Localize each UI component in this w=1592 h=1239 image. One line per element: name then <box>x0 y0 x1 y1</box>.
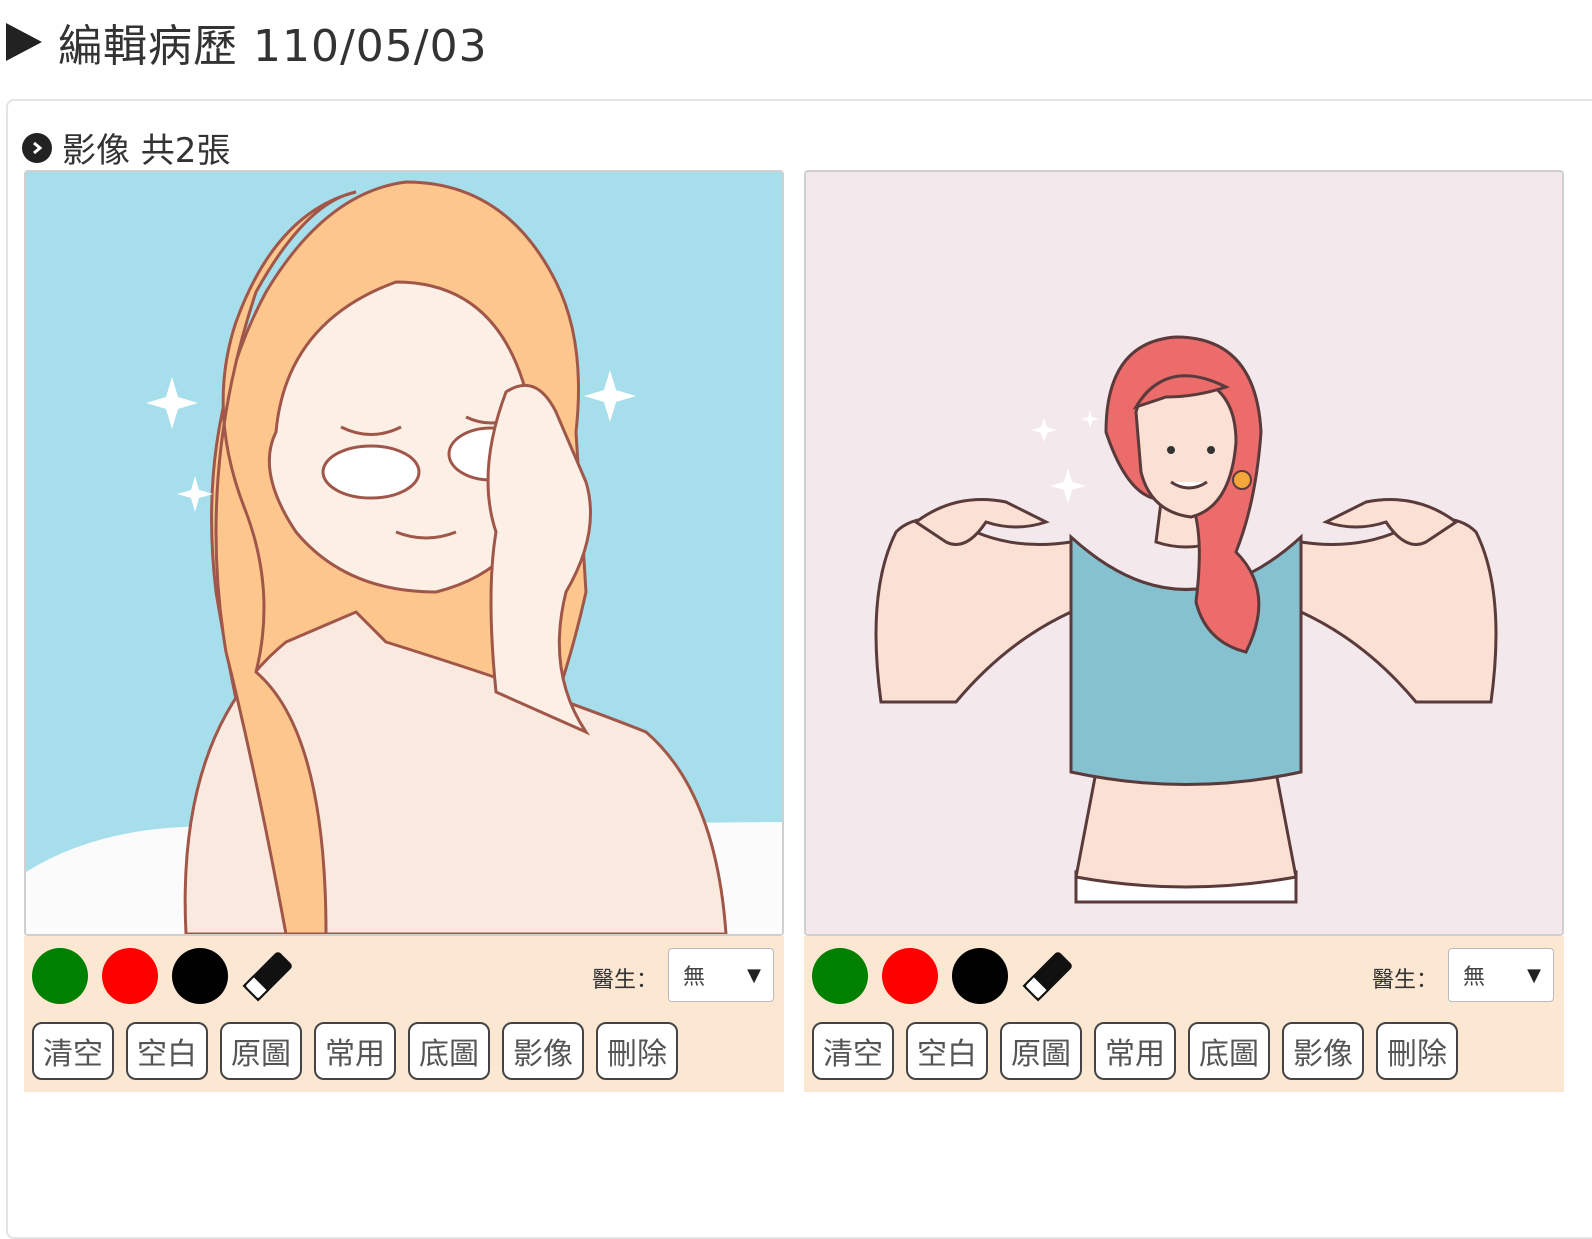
black-color-swatch[interactable] <box>952 948 1008 1004</box>
common-button[interactable]: 常用 <box>1094 1022 1176 1080</box>
eraser-icon[interactable] <box>238 946 298 1006</box>
red-color-swatch[interactable] <box>882 948 938 1004</box>
caret-down-icon: ▼ <box>747 965 761 986</box>
base-image-button[interactable]: 底圖 <box>1188 1022 1270 1080</box>
caret-down-icon: ▼ <box>1527 965 1541 986</box>
doctor-select-value: 無 <box>683 965 706 990</box>
delete-button[interactable]: 刪除 <box>596 1022 678 1080</box>
green-color-swatch[interactable] <box>812 948 868 1004</box>
drawing-toolbar-2: 醫生： 無 ▼ 清空 空白 原圖 常用 底圖 影像 刪除 <box>804 936 1564 1092</box>
green-color-swatch[interactable] <box>32 948 88 1004</box>
chevron-right-circle-icon <box>22 132 52 163</box>
common-button[interactable]: 常用 <box>314 1022 396 1080</box>
page-title: 編輯病歷 110/05/03 <box>6 10 488 74</box>
images-section-title: 影像 共2張 <box>22 123 230 172</box>
drawing-canvas-2[interactable] <box>804 170 1564 936</box>
page-title-text: 編輯病歷 110/05/03 <box>58 21 488 72</box>
clear-button[interactable]: 清空 <box>812 1022 894 1080</box>
images-section-label: 影像 共2張 <box>62 131 231 171</box>
base-image-button[interactable]: 底圖 <box>408 1022 490 1080</box>
triangle-right-icon <box>6 23 42 61</box>
action-buttons-2: 清空 空白 原圖 常用 底圖 影像 刪除 <box>812 1022 1458 1080</box>
eraser-icon[interactable] <box>1018 946 1078 1006</box>
doctor-select[interactable]: 無 ▼ <box>1448 948 1554 1002</box>
image-button[interactable]: 影像 <box>502 1022 584 1080</box>
blank-button[interactable]: 空白 <box>906 1022 988 1080</box>
blank-button[interactable]: 空白 <box>126 1022 208 1080</box>
doctor-select[interactable]: 無 ▼ <box>668 948 774 1002</box>
image-button[interactable]: 影像 <box>1282 1022 1364 1080</box>
doctor-label: 醫生： <box>591 968 658 993</box>
original-image-button[interactable]: 原圖 <box>220 1022 302 1080</box>
action-buttons-1: 清空 空白 原圖 常用 底圖 影像 刪除 <box>32 1022 678 1080</box>
image-card-1: 醫生： 無 ▼ 清空 空白 原圖 常用 底圖 影像 刪除 <box>24 170 784 1092</box>
drawing-toolbar-1: 醫生： 無 ▼ 清空 空白 原圖 常用 底圖 影像 刪除 <box>24 936 784 1092</box>
black-color-swatch[interactable] <box>172 948 228 1004</box>
doctor-select-value: 無 <box>1463 965 1486 990</box>
red-color-swatch[interactable] <box>102 948 158 1004</box>
image-card-2: 醫生： 無 ▼ 清空 空白 原圖 常用 底圖 影像 刪除 <box>804 170 1564 1092</box>
original-image-button[interactable]: 原圖 <box>1000 1022 1082 1080</box>
drawing-canvas-1[interactable] <box>24 170 784 936</box>
clear-button[interactable]: 清空 <box>32 1022 114 1080</box>
doctor-label: 醫生： <box>1371 968 1438 993</box>
delete-button[interactable]: 刪除 <box>1376 1022 1458 1080</box>
